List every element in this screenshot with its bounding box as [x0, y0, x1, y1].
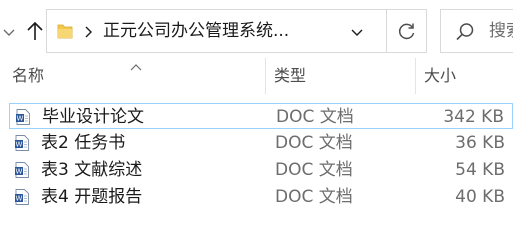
column-header-size[interactable]: 大小: [424, 62, 456, 92]
column-divider[interactable]: [415, 58, 416, 94]
file-name: 表3 文献综述: [41, 160, 143, 180]
word-document-icon: W: [15, 189, 29, 205]
file-explorer-window: 正元公司办公管理系统... 搜索 名称 类型: [0, 0, 513, 249]
up-arrow-icon[interactable]: [22, 18, 48, 44]
folder-icon: [57, 22, 73, 40]
search-input[interactable]: 搜索: [440, 9, 513, 53]
refresh-button[interactable]: [387, 9, 427, 53]
word-document-icon: W: [16, 109, 30, 125]
file-name: 表4 开题报告: [41, 187, 143, 207]
svg-text:W: W: [16, 168, 23, 176]
file-row[interactable]: W 表2 任务书 DOC 文档 36 KB: [9, 130, 513, 156]
chevron-right-icon[interactable]: [83, 24, 95, 40]
file-row[interactable]: W 毕业设计论文 DOC 文档 342 KB: [9, 103, 513, 129]
refresh-icon: [397, 21, 417, 41]
breadcrumb-path[interactable]: 正元公司办公管理系统...: [103, 20, 289, 42]
file-type: DOC 文档: [275, 133, 353, 153]
file-size: 40 KB: [455, 187, 505, 207]
file-size: 36 KB: [455, 133, 505, 153]
file-size: 54 KB: [455, 160, 505, 180]
file-type: DOC 文档: [275, 187, 353, 207]
file-row[interactable]: W 表3 文献综述 DOC 文档 54 KB: [9, 157, 513, 183]
sort-ascending-icon: [130, 56, 142, 71]
file-name: 表2 任务书: [41, 133, 126, 153]
address-history-chevron-down-icon[interactable]: [350, 24, 364, 38]
search-placeholder: 搜索: [489, 21, 513, 41]
column-divider[interactable]: [265, 58, 266, 94]
file-row[interactable]: W 表4 开题报告 DOC 文档 40 KB: [9, 184, 513, 210]
column-header-type[interactable]: 类型: [274, 62, 306, 92]
file-type: DOC 文档: [276, 107, 354, 127]
column-header-name[interactable]: 名称: [12, 62, 44, 92]
word-document-icon: W: [15, 135, 29, 151]
svg-text:W: W: [16, 141, 23, 149]
svg-text:W: W: [16, 195, 23, 203]
address-bar[interactable]: 正元公司办公管理系统...: [46, 9, 387, 53]
file-size: 342 KB: [443, 107, 504, 127]
file-type: DOC 文档: [275, 160, 353, 180]
svg-text:W: W: [17, 115, 24, 123]
word-document-icon: W: [15, 162, 29, 178]
recent-locations-chevron-down-icon[interactable]: [2, 24, 16, 38]
file-name: 毕业设计论文: [42, 107, 144, 127]
search-icon: [455, 22, 475, 42]
